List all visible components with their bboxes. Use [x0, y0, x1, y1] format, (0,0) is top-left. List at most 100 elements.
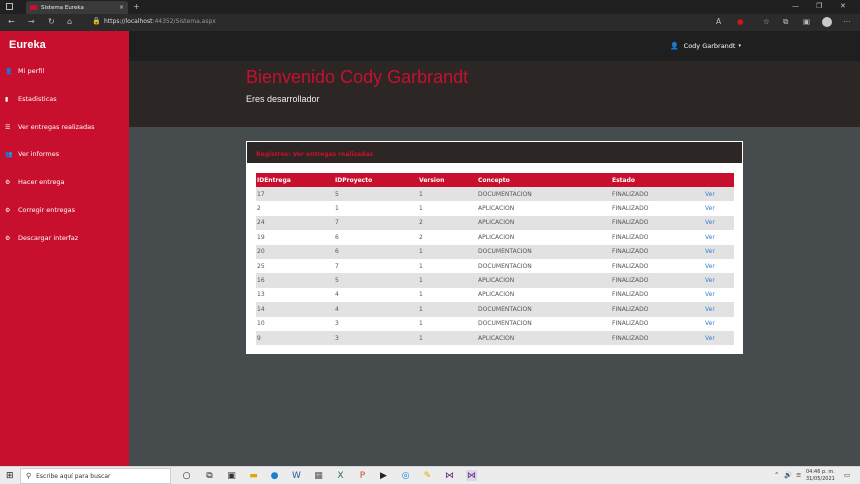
search-icon: ⚲ — [26, 472, 32, 480]
excel-icon[interactable]: X — [335, 470, 346, 481]
tab-close-icon[interactable]: × — [119, 4, 124, 11]
ver-link[interactable]: Ver — [704, 187, 734, 202]
minimize-icon[interactable]: — — [792, 2, 799, 10]
paint-icon[interactable]: ✎ — [422, 470, 433, 481]
tab-actions-icon[interactable] — [6, 3, 13, 10]
cell-estado: FINALIZADO — [611, 302, 704, 317]
chevron-down-icon: ▾ — [738, 43, 741, 49]
volume-icon[interactable]: 🔊 — [784, 471, 792, 479]
close-window-icon[interactable]: ✕ — [840, 2, 846, 10]
cell-id-entrega: 17 — [256, 187, 334, 202]
column-header[interactable]: Version — [418, 173, 477, 187]
taskbar-search[interactable]: ⚲ Escribe aquí para buscar — [20, 468, 171, 484]
cell-id-entrega: 25 — [257, 262, 265, 270]
cell-id-entrega: 19 — [257, 233, 265, 241]
table-row: 16 5 1 APLICACION FINALIZADO Ver — [256, 273, 734, 288]
ver-link[interactable]: Ver — [704, 317, 734, 331]
cell-id-proyecto: 7 — [334, 215, 418, 231]
sidebar-item-estadisticas[interactable]: ▮ Estadisticas — [5, 93, 57, 105]
sidebar-item-descargar-interfaz[interactable]: ⚙ Descargar interfaz — [5, 232, 78, 244]
browser-tab[interactable]: Sistema Eureka × — [26, 1, 128, 14]
user-icon: 👤 — [5, 67, 13, 75]
sidebar-item-label: Estadisticas — [18, 95, 57, 103]
column-header[interactable]: Concepto — [477, 173, 611, 187]
browser-titlebar: Sistema Eureka × + — ❐ ✕ — [0, 0, 860, 14]
url-field[interactable]: https://localhost:44352/Sistema.aspx — [104, 18, 216, 25]
more-icon[interactable]: ⋯ — [843, 17, 851, 26]
cortana-icon[interactable]: ○ — [181, 470, 192, 481]
read-aloud-icon[interactable]: A — [716, 17, 721, 26]
cell-id-proyecto: 4 — [334, 302, 418, 317]
ver-link[interactable]: Ver — [704, 259, 734, 273]
powerpoint-icon[interactable]: P — [357, 470, 368, 481]
table-row: 2 1 1 APLICACION FINALIZADO Ver — [256, 201, 734, 215]
ver-link[interactable]: Ver — [704, 215, 734, 231]
ver-link[interactable]: Ver — [704, 244, 734, 259]
cell-version: 1 — [418, 244, 477, 259]
sidebar-item-mi-perfil[interactable]: 👤 Mi perfil — [5, 65, 44, 77]
terminal-icon[interactable]: ▶ — [378, 470, 389, 481]
column-header[interactable]: IDEntrega — [256, 173, 334, 187]
system-clock[interactable]: 04:46 p. m. 31/05/2021 — [806, 469, 835, 482]
sidebar-item-ver-entregas[interactable]: ☰ Ver entregas realizadas — [5, 121, 94, 133]
column-header[interactable]: IDProyecto — [334, 173, 418, 187]
bar-chart-icon: ▮ — [5, 95, 9, 103]
ver-link[interactable]: Ver — [704, 273, 734, 288]
cell-estado: FINALIZADO — [611, 187, 704, 202]
tray-chevron-icon[interactable]: ⌃ — [774, 471, 779, 479]
ver-link[interactable]: Ver — [704, 201, 734, 215]
extension-icon[interactable]: ● — [737, 17, 744, 26]
cell-id-proyecto: 6 — [335, 233, 339, 241]
ver-link[interactable]: Ver — [704, 288, 734, 302]
sidebar-item-ver-informes[interactable]: 👥 Ver informes — [5, 148, 59, 160]
maximize-icon[interactable]: ❐ — [816, 2, 822, 10]
edge-icon[interactable]: ● — [269, 470, 280, 481]
cell-version: 1 — [419, 320, 423, 328]
url-path: :44352/Sistema.aspx — [152, 18, 216, 25]
sidebar: Eureka 👤 Mi perfil ▮ Estadisticas ☰ Ver … — [0, 31, 129, 466]
language-icon[interactable]: ≡ — [796, 471, 801, 479]
forward-icon[interactable]: → — [28, 17, 35, 26]
cell-id-entrega: 16 — [256, 273, 334, 288]
cell-estado: FINALIZADO — [611, 273, 704, 288]
lock-icon[interactable]: 🔒 — [92, 17, 101, 25]
collections-icon[interactable]: ⧉ — [783, 17, 788, 27]
panel-title: Registros: Ver entregas realizadas — [256, 151, 373, 158]
cell-estado: FINALIZADO — [612, 233, 649, 241]
cell-version: 1 — [418, 330, 477, 346]
favorites-icon[interactable]: ☆ — [763, 17, 770, 26]
ver-link[interactable]: Ver — [704, 302, 734, 317]
cell-id-proyecto: 3 — [335, 320, 339, 328]
deliveries-table: IDEntrega IDProyecto Version Concepto Es… — [256, 173, 734, 346]
cell-id-proyecto: 3 — [334, 330, 418, 346]
cell-id-proyecto: 6 — [334, 244, 418, 259]
cell-id-entrega: 9 — [256, 330, 334, 346]
table-row: 17 5 1 DOCUMENTACION FINALIZADO Ver — [256, 187, 734, 202]
visual-studio-active-icon[interactable]: ⋈ — [466, 470, 477, 481]
column-header[interactable]: Estado — [611, 173, 704, 187]
sidebar-item-corregir-entregas[interactable]: ⚙ Corregir entregas — [5, 204, 75, 216]
user-menu[interactable]: 👤 Cody Garbrandt ▾ — [670, 42, 741, 50]
profile-icon[interactable] — [822, 17, 832, 27]
cell-id-entrega: 20 — [256, 244, 334, 259]
store-icon[interactable]: ▣ — [226, 470, 237, 481]
chrome-icon[interactable]: ◎ — [400, 470, 411, 481]
windows-start-icon[interactable]: ⊞ — [6, 471, 14, 481]
refresh-icon[interactable]: ↻ — [48, 17, 55, 26]
brand-logo[interactable]: Eureka — [9, 39, 46, 51]
sidebar-item-hacer-entrega[interactable]: ⚙ Hacer entrega — [5, 176, 65, 188]
new-tab-button[interactable]: + — [133, 2, 140, 11]
back-icon[interactable]: ← — [8, 17, 15, 26]
visual-studio-icon[interactable]: ⋈ — [444, 470, 455, 481]
app-icon[interactable]: ▦ — [313, 470, 324, 481]
word-icon[interactable]: W — [291, 470, 302, 481]
file-explorer-icon[interactable]: ▬ — [248, 470, 259, 481]
task-view-icon[interactable]: ⧉ — [204, 470, 215, 481]
users-icon: 👥 — [5, 150, 13, 158]
home-icon[interactable]: ⌂ — [67, 17, 72, 26]
notifications-icon[interactable]: ▭ — [844, 471, 850, 479]
extensions-icon[interactable]: ▣ — [803, 17, 810, 26]
ver-link[interactable]: Ver — [704, 230, 734, 244]
ver-link[interactable]: Ver — [704, 330, 734, 346]
cell-id-proyecto: 5 — [334, 187, 418, 202]
